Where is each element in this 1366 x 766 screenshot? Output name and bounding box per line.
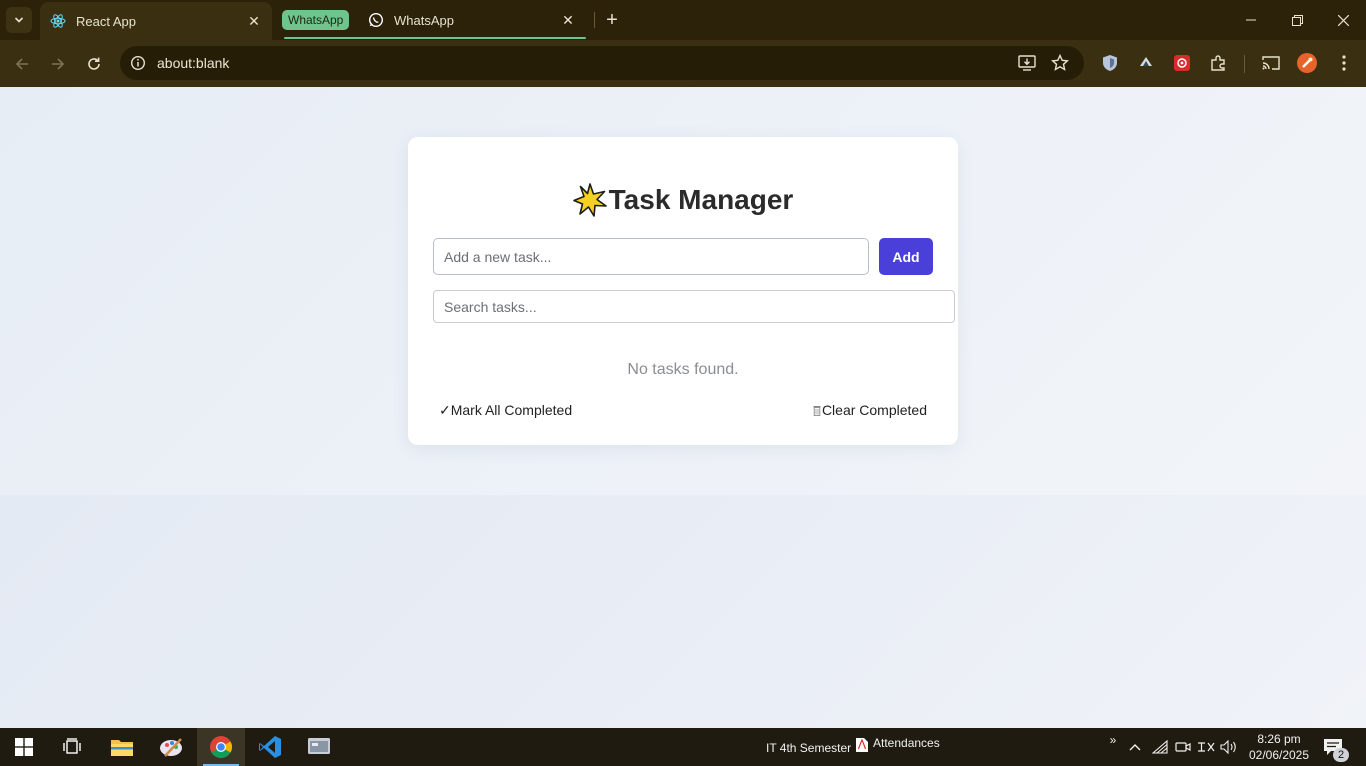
system-clock[interactable]: 8:26 pm 02/06/2025 (1244, 731, 1314, 763)
cast-icon[interactable] (1260, 52, 1282, 74)
install-app-icon[interactable] (1017, 53, 1037, 73)
close-tab-icon[interactable]: ✕ (558, 10, 578, 30)
close-window-icon[interactable] (1320, 0, 1366, 40)
toolbar-label[interactable]: IT 4th Semester (766, 741, 851, 755)
paint-app-button[interactable] (148, 728, 196, 766)
pdf-document-icon (853, 735, 871, 755)
tab-group-underline (284, 37, 586, 39)
paint-icon (160, 738, 182, 757)
back-icon[interactable] (8, 50, 36, 78)
input-method-icon[interactable] (1197, 737, 1215, 757)
bookmark-star-icon[interactable] (1050, 53, 1070, 73)
clear-completed-label: Clear Completed (821, 402, 927, 418)
forward-icon[interactable] (44, 50, 72, 78)
app-window-taskbar-button[interactable] (295, 728, 343, 766)
vscode-taskbar-button[interactable] (246, 728, 294, 766)
chevron-down-icon (14, 17, 24, 23)
new-tab-icon[interactable]: + (601, 9, 623, 31)
shield-extension-icon[interactable] (1099, 52, 1121, 74)
tab-group-label[interactable]: WhatsApp (282, 10, 350, 30)
tab-react-app[interactable]: React App ✕ (40, 2, 272, 40)
network-icon[interactable] (1151, 737, 1169, 757)
chrome-icon (210, 736, 232, 758)
clock-time: 8:26 pm (1257, 732, 1301, 746)
add-task-button[interactable]: Add (879, 238, 933, 275)
profile-avatar[interactable] (1296, 52, 1318, 74)
tab-title: WhatsApp (394, 12, 454, 28)
vscode-icon (259, 736, 281, 758)
page-title: Task Manager (408, 183, 958, 217)
chevron-up-icon[interactable] (1126, 737, 1144, 757)
browser-tab-strip: React App ✕ WhatsApp WhatsApp ✕ + (0, 0, 1366, 40)
more-menu-icon[interactable] (1333, 52, 1355, 74)
browser-toolbar: about:blank (0, 40, 1366, 87)
clear-completed-button[interactable]: Clear Completed (813, 402, 927, 418)
extensions-icon[interactable] (1207, 52, 1229, 74)
address-bar[interactable]: about:blank (120, 46, 1084, 80)
red-extension-icon[interactable] (1171, 52, 1193, 74)
toolbar-overflow-icon[interactable]: » (1104, 730, 1122, 750)
minimize-icon[interactable] (1228, 0, 1274, 40)
restore-icon[interactable] (1274, 0, 1320, 40)
tab-title: React App (76, 13, 136, 29)
site-info-icon[interactable] (128, 53, 148, 73)
chrome-taskbar-button[interactable] (197, 728, 245, 766)
task-manager-card: Task Manager Add No tasks found. ✓Mark A… (408, 137, 958, 445)
tab-search-button[interactable] (6, 7, 32, 33)
page-background-lower (0, 495, 1366, 728)
folder-icon (111, 740, 133, 756)
task-view-button[interactable] (48, 728, 96, 766)
puzzle-extension-icon[interactable] (1135, 52, 1157, 74)
new-task-input[interactable] (433, 238, 869, 275)
file-explorer-button[interactable] (98, 728, 146, 766)
tab-separator (594, 12, 595, 28)
close-tab-icon[interactable]: ✕ (244, 11, 264, 31)
whatsapp-icon (368, 12, 384, 28)
pinned-document-label[interactable]: Attendances (873, 736, 940, 750)
tab-whatsapp[interactable]: WhatsApp ✕ (358, 0, 586, 40)
react-icon (50, 13, 66, 29)
page-viewport: Task Manager Add No tasks found. ✓Mark A… (0, 87, 1366, 728)
app-window-icon (308, 738, 330, 754)
windows-taskbar: IT 4th Semester Attendances » 8:26 pm 02… (0, 728, 1366, 766)
url-text: about:blank (157, 55, 230, 71)
empty-state-message: No tasks found. (627, 361, 739, 378)
reload-icon[interactable] (80, 50, 108, 78)
search-tasks-input[interactable] (433, 290, 955, 323)
mark-all-completed-button[interactable]: ✓Mark All Completed (439, 402, 572, 419)
volume-icon[interactable] (1220, 737, 1238, 757)
trash-icon (813, 405, 821, 416)
notification-count-badge: 2 (1333, 748, 1349, 762)
task-view-icon (63, 738, 81, 754)
meet-now-icon[interactable] (1174, 737, 1192, 757)
toolbar-separator (1244, 55, 1245, 73)
page-title-text: Task Manager (608, 184, 794, 215)
start-button[interactable] (0, 728, 48, 766)
star-emoji-icon (572, 183, 607, 217)
clock-date: 02/06/2025 (1248, 748, 1310, 762)
windows-icon (15, 738, 33, 756)
